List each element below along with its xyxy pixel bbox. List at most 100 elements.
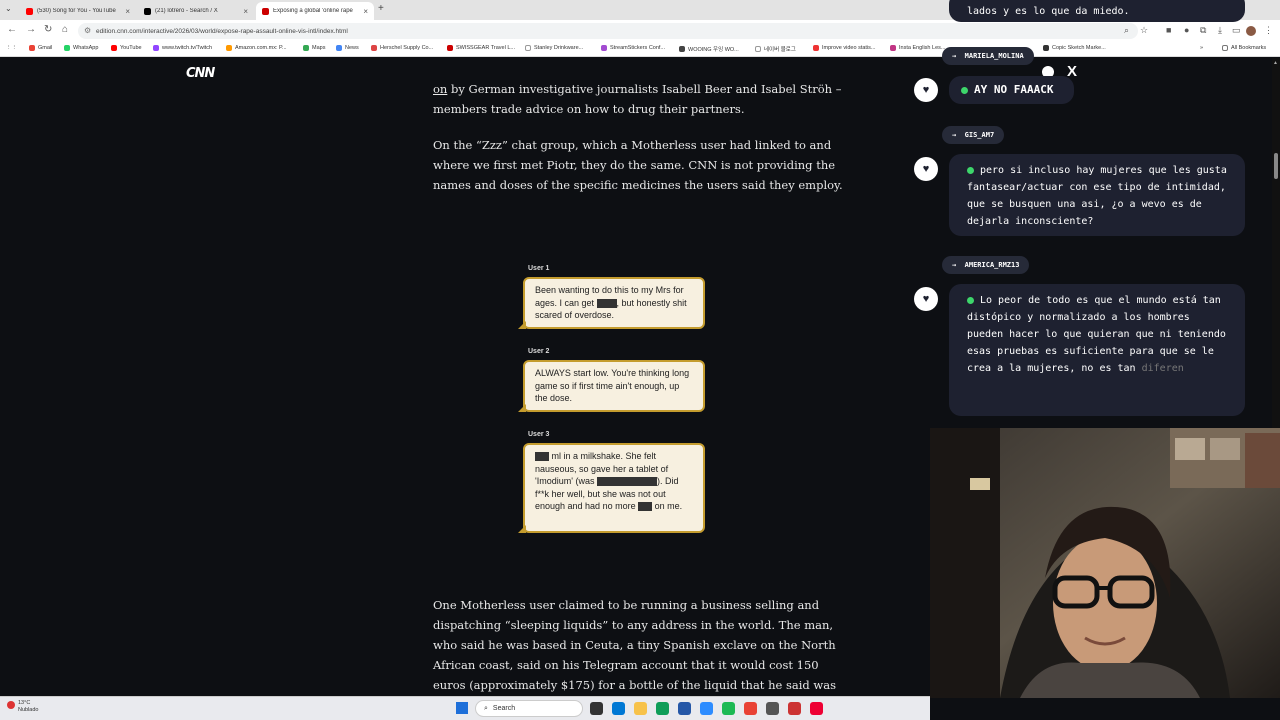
cnn-logo[interactable]: CNN xyxy=(186,66,215,81)
scrollbar-thumb[interactable] xyxy=(1274,153,1278,179)
gmail-icon xyxy=(29,45,35,51)
bookmark-stanley[interactable]: Stanley Drinkware... xyxy=(525,45,583,51)
bookmark-streamstickers[interactable]: StreamStickers Conf... xyxy=(601,45,665,51)
x-icon xyxy=(144,7,151,15)
bookmark-gmail[interactable]: Gmail xyxy=(29,45,52,51)
reload-icon[interactable]: ↻ xyxy=(44,24,52,35)
youtube-icon xyxy=(111,45,117,51)
task-view-icon[interactable] xyxy=(590,702,603,715)
tab-x[interactable]: (21) lotrero - Search / X × xyxy=(138,2,254,20)
windows-start-icon[interactable] xyxy=(456,702,468,714)
tab-cnn[interactable]: Exposing a global 'online rape × xyxy=(256,2,374,20)
extension-icon[interactable]: ● xyxy=(1184,25,1189,35)
overlay-username: → MARIELA_MOLINA xyxy=(942,47,1034,65)
taskbar-search[interactable]: ⌕ Search xyxy=(475,700,583,717)
amazon-icon xyxy=(226,45,232,51)
close-icon[interactable]: × xyxy=(125,7,130,16)
naver-icon xyxy=(755,46,761,52)
app-icon[interactable] xyxy=(788,702,801,715)
tab-title: Exposing a global 'online rape xyxy=(273,8,353,14)
stanley-icon xyxy=(525,45,531,51)
site-info-icon[interactable]: ⚙ xyxy=(84,26,91,35)
bookmark-youtube[interactable]: YouTube xyxy=(111,45,142,51)
copilot-icon[interactable] xyxy=(612,702,625,715)
insta-icon xyxy=(890,45,896,51)
close-icon[interactable]: × xyxy=(243,7,248,16)
folder-icon xyxy=(1222,45,1228,51)
weather-widget[interactable]: 13°C Nublado xyxy=(18,700,39,714)
weather-icon xyxy=(7,701,15,709)
user-label: User 3 xyxy=(528,431,550,438)
redaction-box xyxy=(596,298,617,308)
app-icon[interactable] xyxy=(810,702,823,715)
article-paragraph: on by German investigative journalists I… xyxy=(433,82,842,116)
bookmark-naver[interactable]: 네이버 블로그 xyxy=(755,45,796,53)
bookmark-maps[interactable]: Maps xyxy=(303,45,325,51)
store-icon[interactable] xyxy=(678,702,691,715)
webcam-feed xyxy=(930,428,1280,698)
bookmark-news[interactable]: News xyxy=(336,45,359,51)
more-bookmarks-icon[interactable]: » xyxy=(1200,45,1203,51)
toolbar: ← → ↻ ⌂ ⚙ edition.cnn.com/interactive/20… xyxy=(0,20,1280,42)
heart-icon: ♥ xyxy=(914,287,938,311)
download-icon[interactable]: ⤓ xyxy=(1218,25,1222,36)
bookmark-swissgear[interactable]: SWISSGEAR Travel L... xyxy=(447,45,515,51)
extension-icon[interactable]: ■ xyxy=(1166,25,1171,35)
bookmark-whatsapp[interactable]: WhatsApp xyxy=(64,45,98,51)
tab-search-icon[interactable]: ⌄ xyxy=(5,4,12,13)
bookmark-improve-video[interactable]: Improve video statis... xyxy=(813,45,876,51)
extensions-puzzle-icon[interactable]: ⧉ xyxy=(1200,25,1206,36)
file-explorer-icon[interactable] xyxy=(634,702,647,715)
avatar[interactable] xyxy=(1246,26,1256,36)
user-label: User 2 xyxy=(528,348,550,355)
bookmark-herschel[interactable]: Herschel Supply Co... xyxy=(371,45,433,51)
bookmark-amazon[interactable]: Amazon.com.mx: P... xyxy=(226,45,287,51)
cnn-icon xyxy=(262,7,269,15)
whatsapp-icon xyxy=(64,45,70,51)
bookmark-star-icon[interactable]: ☆ xyxy=(1140,25,1148,36)
home-icon[interactable]: ⌂ xyxy=(62,24,68,35)
online-dot-icon xyxy=(967,296,974,304)
spotify-icon[interactable] xyxy=(722,702,735,715)
webcam-image xyxy=(930,428,1280,698)
all-bookmarks[interactable]: All Bookmarks xyxy=(1222,45,1266,51)
chat-bubble: ALWAYS start low. You're thinking long g… xyxy=(518,360,705,412)
bookmark-wooing[interactable]: WOOING 우잉 WO... xyxy=(679,45,739,53)
close-icon[interactable]: × xyxy=(363,7,368,16)
bookmark-copic[interactable]: Copic Sketch Marke... xyxy=(1043,45,1106,51)
overlay-chat-message: Lo peor de todo es que el mundo está tan… xyxy=(949,284,1245,416)
chat-bubble: Been wanting to do this to my Mrs for ag… xyxy=(518,277,705,329)
streamstickers-icon xyxy=(601,45,607,51)
back-icon[interactable]: ← xyxy=(7,24,17,35)
app-icon[interactable] xyxy=(766,702,779,715)
tab-youtube[interactable]: (530) Song for You - YouTube × xyxy=(20,2,136,20)
sidebar-icon[interactable]: ▭ xyxy=(1232,25,1241,36)
bookmark-twitch[interactable]: www.twitch.tv/Twitch xyxy=(153,45,212,51)
online-dot-icon xyxy=(961,86,968,94)
article-link[interactable]: on xyxy=(433,82,447,96)
user-label: User 1 xyxy=(528,265,550,272)
apps-icon[interactable]: ⋮⋮ xyxy=(6,45,17,51)
scroll-up-icon[interactable]: ▲ xyxy=(1273,60,1278,66)
tab-title: (21) lotrero - Search / X xyxy=(155,8,218,14)
bookmark-insta-english[interactable]: Insta English Les... xyxy=(890,45,945,51)
edge-icon[interactable] xyxy=(656,702,669,715)
heart-icon: ♥ xyxy=(914,78,938,102)
herschel-icon xyxy=(371,45,377,51)
chat-screenshot-image: User 1 Been wanting to do this to my Mrs… xyxy=(515,263,715,543)
twitch-icon xyxy=(153,45,159,51)
zoom-icon[interactable]: ⌕ xyxy=(1124,25,1129,36)
tab-title: (530) Song for You - YouTube xyxy=(37,8,116,14)
menu-icon[interactable]: ⋮ xyxy=(1264,25,1273,36)
chrome-icon[interactable] xyxy=(744,702,757,715)
online-dot-icon xyxy=(967,166,974,174)
new-tab-icon[interactable]: + xyxy=(378,3,384,14)
overlay-username: → AMERICA_RMZ13 xyxy=(942,256,1030,274)
article-paragraph: On the “Zzz” chat group, which a Motherl… xyxy=(433,138,843,192)
zoom-app-icon[interactable] xyxy=(700,702,713,715)
overlay-chat-message: pero si incluso hay mujeres que les gust… xyxy=(949,154,1245,236)
address-bar[interactable]: ⚙ edition.cnn.com/interactive/2026/03/wo… xyxy=(78,23,1138,39)
forward-icon[interactable]: → xyxy=(26,24,36,35)
search-icon: ⌕ xyxy=(484,704,488,712)
redaction-box xyxy=(596,477,657,487)
